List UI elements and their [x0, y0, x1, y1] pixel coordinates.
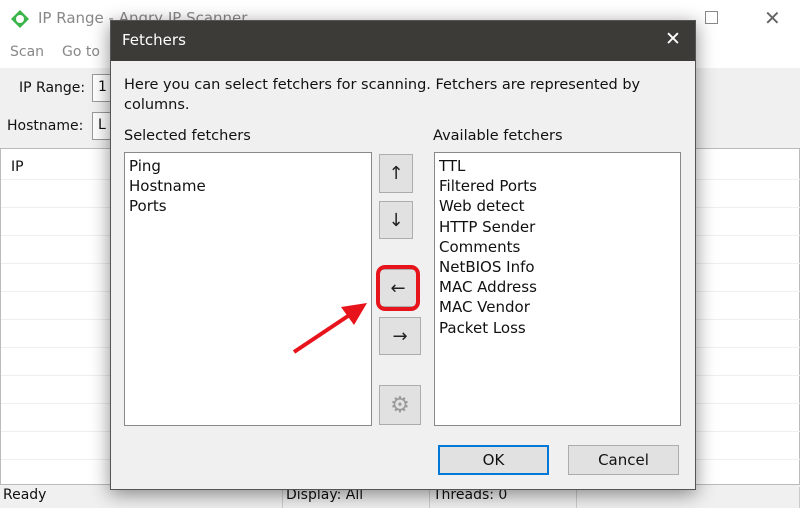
list-item[interactable]: Ports — [129, 196, 367, 216]
available-fetchers-list[interactable]: TTL Filtered Ports Web detect HTTP Sende… — [434, 152, 681, 426]
ok-button[interactable]: OK — [438, 445, 549, 475]
menu-scan[interactable]: Scan — [10, 44, 44, 60]
dialog-titlebar: Fetchers ✕ — [111, 21, 695, 61]
close-icon[interactable]: ✕ — [764, 6, 781, 30]
dialog-close-icon[interactable]: ✕ — [665, 28, 681, 50]
list-item[interactable]: MAC Vendor — [439, 297, 676, 317]
highlight-box — [376, 265, 420, 311]
ip-range-label: IP Range: — [19, 80, 86, 96]
fetcher-settings-button[interactable]: ⚙ — [379, 385, 421, 425]
list-item[interactable]: HTTP Sender — [439, 217, 676, 237]
menu-goto[interactable]: Go to — [62, 44, 100, 60]
list-item[interactable]: Packet Loss — [439, 318, 676, 338]
app-logo-icon — [11, 10, 29, 28]
status-display: Display: All — [282, 487, 363, 508]
available-fetchers-label: Available fetchers — [433, 128, 563, 144]
red-arrow-annotation — [292, 303, 367, 354]
list-item[interactable]: Comments — [439, 237, 676, 257]
list-item[interactable]: Web detect — [439, 196, 676, 216]
dialog-title: Fetchers — [122, 31, 186, 49]
list-item[interactable]: Ping — [129, 156, 367, 176]
gear-icon: ⚙ — [390, 392, 410, 418]
list-item[interactable]: MAC Address — [439, 277, 676, 297]
fetchers-dialog: Fetchers ✕ Here you can select fetchers … — [110, 20, 696, 490]
status-threads: Threads: 0 — [429, 487, 507, 508]
cancel-button[interactable]: Cancel — [568, 445, 679, 475]
move-down-button[interactable]: ↓ — [379, 201, 413, 239]
selected-fetchers-label: Selected fetchers — [124, 128, 251, 144]
dialog-description: Here you can select fetchers for scannin… — [124, 77, 641, 113]
status-state: Ready — [3, 487, 47, 503]
selected-fetchers-list[interactable]: Ping Hostname Ports — [124, 152, 372, 426]
remove-fetcher-button[interactable]: → — [379, 317, 421, 355]
list-item[interactable]: Filtered Ports — [439, 176, 676, 196]
move-up-button[interactable]: ↑ — [379, 154, 413, 193]
maximize-button[interactable] — [705, 11, 718, 24]
hostname-label: Hostname: — [7, 118, 84, 134]
list-item[interactable]: NetBIOS Info — [439, 257, 676, 277]
column-header-ip[interactable]: IP — [11, 159, 24, 175]
list-item[interactable]: TTL — [439, 156, 676, 176]
list-item[interactable]: Hostname — [129, 176, 367, 196]
